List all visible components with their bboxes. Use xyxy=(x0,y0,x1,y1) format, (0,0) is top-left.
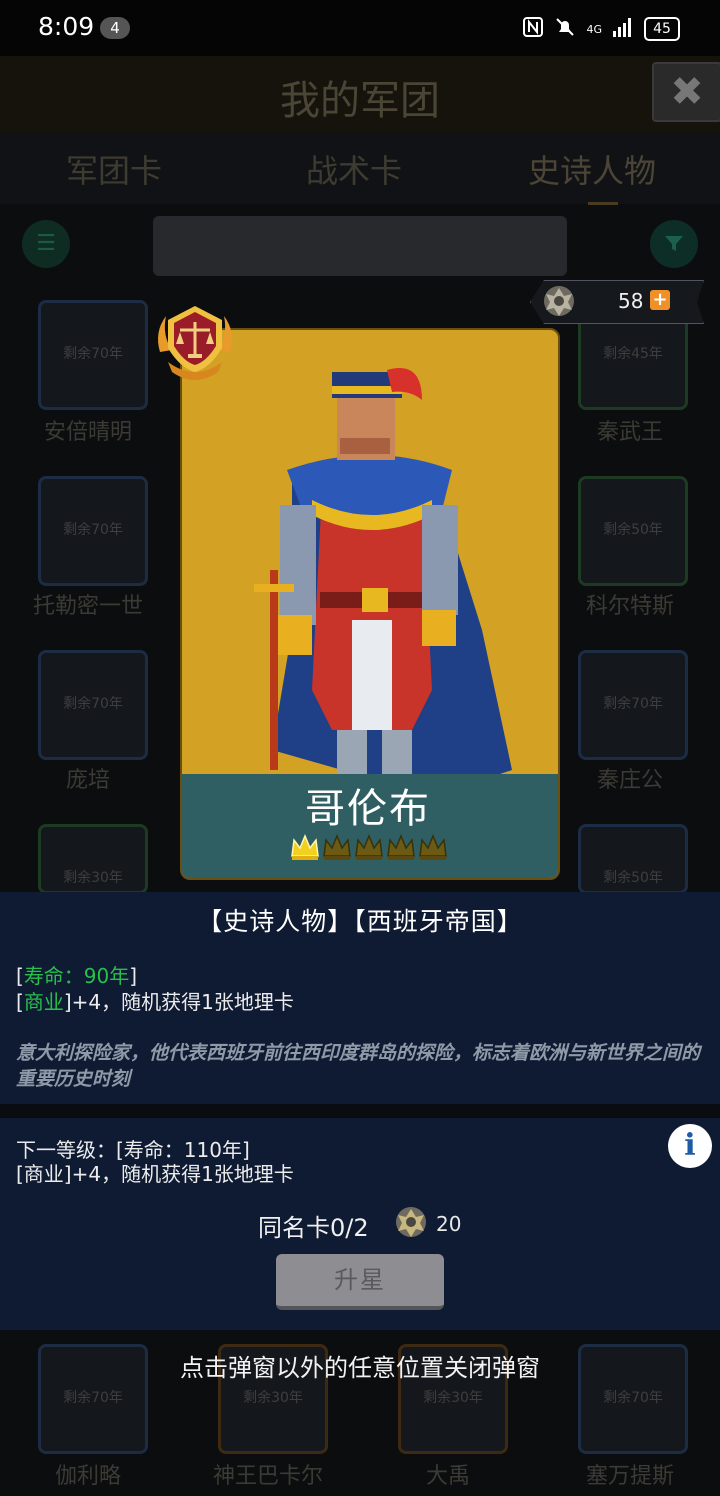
battery-indicator: 45 xyxy=(644,17,680,41)
card-remaining: 剩余30年 xyxy=(243,1390,303,1406)
search-input[interactable] xyxy=(153,216,567,276)
card-remaining: 剩余30年 xyxy=(63,870,123,886)
status-time: 8:09 xyxy=(38,12,95,41)
eagle-emblem-icon xyxy=(396,1207,426,1237)
skill-text: +4，随机获得1张地理卡 xyxy=(71,990,294,1014)
roster-card[interactable]: 剩余70年 xyxy=(38,476,148,586)
crown-filled-icon xyxy=(291,834,319,860)
crown-empty-icon xyxy=(419,834,447,860)
panel-divider xyxy=(0,1104,720,1118)
card-remaining: 剩余30年 xyxy=(423,1390,483,1406)
roster-card-name: 塞万提斯 xyxy=(585,1464,674,1489)
tab-active-indicator xyxy=(588,192,618,205)
list-menu-button[interactable]: ☰ xyxy=(22,220,70,268)
crown-empty-icon xyxy=(355,834,383,860)
network-label: 4G xyxy=(586,22,602,36)
roster-card-name: 科尔特斯 xyxy=(585,594,674,619)
roster-card-name: 神王巴卡尔 xyxy=(212,1464,323,1489)
star-rating xyxy=(290,832,448,862)
close-popup-hint: 点击弹窗以外的任意位置关闭弹窗 xyxy=(180,1354,540,1382)
card-remaining: 剩余70年 xyxy=(603,696,663,712)
currency-amount: 58 xyxy=(618,289,644,313)
eagle-emblem-icon xyxy=(544,286,574,316)
card-tags: 【史诗人物】【西班牙帝国】 xyxy=(197,907,523,936)
notification-count-badge: 4 xyxy=(100,17,130,39)
filter-button[interactable] xyxy=(650,220,698,268)
close-button[interactable]: ✖ xyxy=(652,62,720,122)
lifespan-value: 寿命：90年 xyxy=(23,964,130,988)
nfc-icon xyxy=(522,16,544,42)
card-remaining: 剩余50年 xyxy=(603,870,663,886)
signal-icon xyxy=(612,17,634,41)
roster-card[interactable]: 剩余30年 xyxy=(38,824,148,894)
add-currency-button[interactable]: + xyxy=(650,290,670,310)
roster-card-name: 托勒密一世 xyxy=(32,594,143,619)
filter-icon xyxy=(665,236,683,251)
crown-empty-icon xyxy=(323,834,351,860)
tab-tactic-cards[interactable]: 战术卡 xyxy=(306,146,402,192)
mute-bell-icon xyxy=(554,16,576,42)
upgrade-star-button[interactable]: 升星 xyxy=(276,1254,444,1310)
card-description: 意大利探险家，他代表西班牙前往西印度群岛的探险，标志着欧洲与新世界之间的重要历史… xyxy=(16,1042,701,1090)
card-remaining: 剩余70年 xyxy=(63,696,123,712)
lifespan-line: [寿命：90年] xyxy=(16,960,137,989)
next-level-skill: [商业]+4，随机获得1张地理卡 xyxy=(16,1162,294,1186)
list-icon: ☰ xyxy=(36,231,56,256)
status-icons: 4G 45 xyxy=(522,16,680,42)
card-remaining: 剩余70年 xyxy=(63,522,123,538)
roster-card[interactable]: 剩余70年 xyxy=(578,650,688,760)
hero-name: 哥伦布 xyxy=(305,786,431,832)
skill-line: [商业]+4，随机获得1张地理卡 xyxy=(16,990,294,1014)
roster-card-name: 秦武王 xyxy=(596,420,663,445)
skill-tag: 商业 xyxy=(23,990,64,1014)
close-icon: ✖ xyxy=(670,69,704,115)
card-remaining: 剩余70年 xyxy=(603,1390,663,1406)
roster-card[interactable]: 剩余70年 xyxy=(38,300,148,410)
roster-card[interactable]: 剩余50年 xyxy=(578,476,688,586)
page-title: 我的军团 xyxy=(280,78,440,124)
roster-card[interactable]: 剩余50年 xyxy=(578,824,688,894)
crown-empty-icon xyxy=(387,834,415,860)
roster-card-name: 大禹 xyxy=(425,1464,470,1489)
roster-card-name: 秦庄公 xyxy=(596,768,663,793)
scales-badge-icon xyxy=(158,306,232,380)
info-button[interactable]: i xyxy=(668,1124,712,1168)
card-remaining: 剩余45年 xyxy=(603,346,663,362)
same-card-count: 同名卡0/2 xyxy=(258,1214,369,1242)
roster-card-name: 安倍晴明 xyxy=(43,420,132,445)
bracket: ] xyxy=(129,964,138,988)
upgrade-cost: 20 xyxy=(436,1212,462,1236)
roster-card[interactable]: 剩余70年 xyxy=(38,650,148,760)
card-remaining: 剩余70年 xyxy=(63,346,123,362)
card-remaining: 剩余70年 xyxy=(63,1390,123,1406)
roster-card-name: 伽利略 xyxy=(54,1464,121,1489)
card-remaining: 剩余50年 xyxy=(603,522,663,538)
tab-epic-figures[interactable]: 史诗人物 xyxy=(528,146,656,192)
tab-legion-cards[interactable]: 军团卡 xyxy=(66,146,162,192)
bracket: [ xyxy=(16,964,24,988)
